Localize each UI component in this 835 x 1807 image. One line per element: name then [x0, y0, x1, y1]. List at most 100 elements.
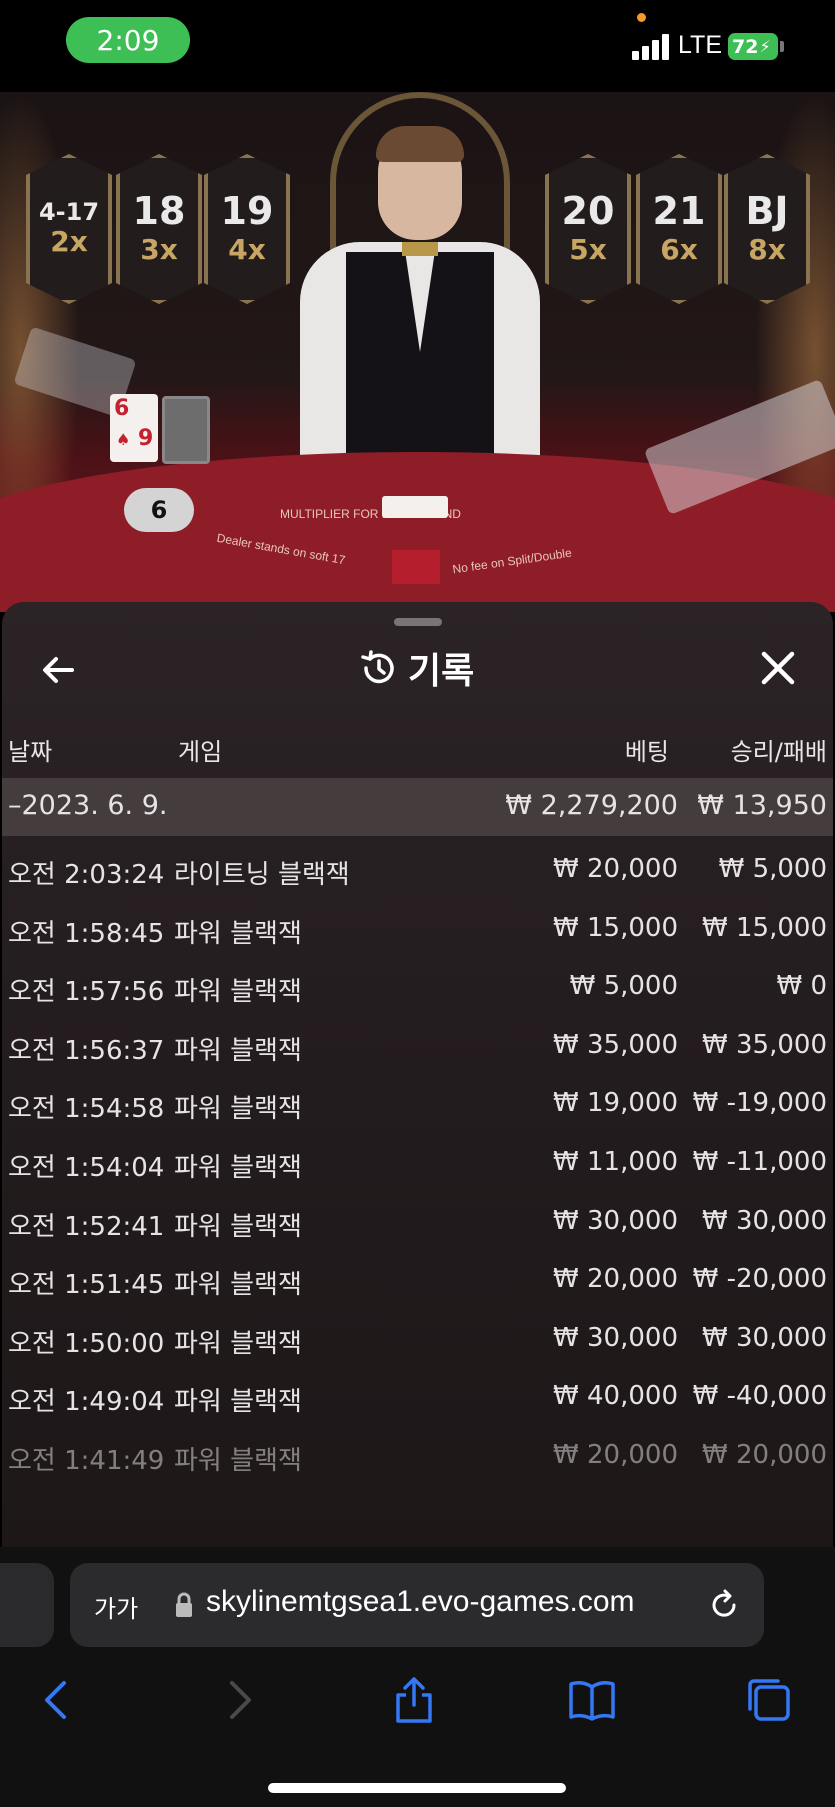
- history-row[interactable]: 오전 1:57:56 파워 블랙잭 ₩ 5,000 ₩ 0: [2, 959, 833, 1017]
- history-row[interactable]: 오전 1:56:37 파워 블랙잭 ₩ 35,000 ₩ 35,000: [2, 1018, 833, 1076]
- row-bet: ₩ 20,000: [553, 854, 678, 884]
- card-rank: 6: [114, 396, 130, 421]
- multiplier-hand: 21: [652, 189, 706, 234]
- row-game: 파워 블랙잭: [174, 977, 302, 1008]
- summary-win-loss: ₩ 13,950: [697, 790, 827, 821]
- spade-suit-icon: ♠: [116, 430, 131, 449]
- panel-title: 기록: [358, 642, 474, 694]
- privacy-indicator-dot: [637, 13, 646, 22]
- row-game: 파워 블랙잭: [174, 1446, 302, 1476]
- row-bet: ₩ 40,000: [553, 1381, 678, 1412]
- multiplier-value: 6x: [660, 233, 698, 267]
- row-time: 오전 1:49:04: [8, 1387, 165, 1418]
- multiplier-tile-18: 18 3x: [116, 154, 202, 304]
- browser-forward-icon[interactable]: [214, 1675, 264, 1725]
- multiplier-value: 2x: [50, 225, 88, 259]
- row-win-loss: ₩ 30,000: [702, 1205, 827, 1236]
- history-row[interactable]: 오전 2:03:24 라이트닝 블랙잭 ₩ 20,000 ₩ 5,000: [2, 842, 833, 900]
- row-game: 파워 블랙잭: [174, 918, 302, 949]
- history-row[interactable]: 오전 1:58:45 파워 블랙잭 ₩ 15,000 ₩ 15,000: [2, 901, 833, 959]
- row-game: 파워 블랙잭: [174, 1270, 302, 1301]
- url-text[interactable]: skylinemtgsea1.evo-games.com: [206, 1585, 635, 1619]
- history-row[interactable]: 오전 1:41:49 파워 블랙잭 ₩ 20,000 ₩ 20,000: [2, 1428, 833, 1486]
- player-card-nine: ♠ 9: [112, 426, 158, 462]
- bookmarks-icon[interactable]: [567, 1675, 617, 1725]
- dealer-bowtie: [402, 242, 438, 256]
- column-header-date[interactable]: 날짜: [8, 732, 52, 767]
- column-header-game[interactable]: 게임: [178, 732, 222, 767]
- player-score-badge: 6: [124, 488, 194, 532]
- status-bar: 2:09 LTE 72 ⚡: [0, 0, 835, 92]
- multiplier-tile-19: 19 4x: [204, 154, 290, 304]
- row-game: 파워 블랙잭: [174, 1094, 302, 1125]
- row-win-loss: ₩ 0: [776, 971, 827, 1002]
- history-row[interactable]: 오전 1:50:00 파워 블랙잭 ₩ 30,000 ₩ 30,000: [2, 1311, 833, 1369]
- history-row[interactable]: 오전 1:52:41 파워 블랙잭 ₩ 30,000 ₩ 30,000: [2, 1194, 833, 1252]
- column-header-bet[interactable]: 베팅: [625, 732, 669, 767]
- browser-toolbar: [0, 1647, 835, 1807]
- row-win-loss: ₩ 15,000: [702, 912, 827, 943]
- row-time: 오전 1:56:37: [8, 1035, 165, 1066]
- multiplier-tile-4-17: 4-17 2x: [26, 154, 112, 304]
- row-win-loss: ₩ -40,000: [692, 1381, 827, 1412]
- reload-icon[interactable]: [706, 1587, 742, 1623]
- charging-bolt-icon: ⚡: [759, 37, 771, 56]
- back-arrow-icon[interactable]: [38, 650, 78, 690]
- address-bar[interactable]: 가가 skylinemtgsea1.evo-games.com: [70, 1563, 764, 1647]
- share-icon[interactable]: [389, 1675, 439, 1725]
- multiplier-hand: 18: [132, 189, 186, 234]
- row-bet: ₩ 20,000: [553, 1264, 678, 1295]
- row-bet: ₩ 15,000: [553, 912, 678, 943]
- row-time: 오전 1:52:41: [8, 1211, 165, 1242]
- history-row[interactable]: 오전 1:54:04 파워 블랙잭 ₩ 11,000 ₩ -11,000: [2, 1135, 833, 1193]
- panel-drag-handle[interactable]: [394, 618, 442, 626]
- row-time: 오전 1:41:49: [8, 1446, 165, 1476]
- history-icon: [361, 650, 394, 684]
- battery-tip: [780, 41, 784, 52]
- summary-bet: ₩ 2,279,200: [505, 790, 678, 821]
- browser-address-area: 가가 skylinemtgsea1.evo-games.com: [0, 1547, 835, 1647]
- multiplier-value: 4x: [228, 233, 266, 267]
- row-game: 파워 블랙잭: [174, 1211, 302, 1242]
- history-row[interactable]: 오전 1:51:45 파워 블랙잭 ₩ 20,000 ₩ -20,000: [2, 1252, 833, 1310]
- status-time[interactable]: 2:09: [66, 17, 190, 63]
- multiplier-tile-21: 21 6x: [636, 154, 722, 304]
- row-bet: ₩ 30,000: [553, 1322, 678, 1353]
- network-type: LTE: [678, 31, 722, 59]
- reader-aa-button[interactable]: 가가: [94, 1589, 138, 1624]
- row-bet: ₩ 11,000: [553, 1147, 678, 1177]
- row-bet: ₩ 30,000: [553, 1205, 678, 1236]
- row-bet: ₩ 19,000: [553, 1088, 678, 1119]
- battery-level: 72: [732, 35, 759, 58]
- row-game: 파워 블랙잭: [174, 1328, 302, 1359]
- multiplier-value: 5x: [569, 233, 607, 267]
- history-row[interactable]: 오전 1:49:04 파워 블랙잭 ₩ 40,000 ₩ -40,000: [2, 1369, 833, 1427]
- history-row[interactable]: 오전 1:54:58 파워 블랙잭 ₩ 19,000 ₩ -19,000: [2, 1076, 833, 1134]
- tabs-icon[interactable]: [744, 1675, 794, 1725]
- summary-date: –2023. 6. 9.: [8, 790, 168, 821]
- row-time: 오전 1:54:04: [8, 1153, 165, 1183]
- panel-title-text: 기록: [408, 651, 475, 692]
- multiplier-tile-20: 20 5x: [545, 154, 631, 304]
- card-rank: 9: [138, 426, 154, 451]
- live-dealer-video: 4-17 2x 18 3x 19 4x 20 5x 21 6x BJ 8x 6 …: [0, 92, 835, 612]
- row-bet: ₩ 5,000: [569, 971, 678, 1002]
- previous-tab-edge[interactable]: [0, 1563, 54, 1647]
- browser-back-icon[interactable]: [32, 1675, 82, 1725]
- multiplier-hand: BJ: [745, 189, 789, 234]
- close-icon[interactable]: [756, 646, 800, 690]
- multiplier-tile-bj: BJ 8x: [724, 154, 810, 304]
- row-bet: ₩ 35,000: [553, 1029, 678, 1060]
- row-win-loss: ₩ 20,000: [702, 1440, 827, 1470]
- row-bet: ₩ 20,000: [553, 1440, 678, 1470]
- row-win-loss: ₩ -20,000: [692, 1264, 827, 1295]
- lock-icon: [176, 1592, 192, 1617]
- row-time: 오전 1:51:45: [8, 1270, 165, 1301]
- multiplier-hand: 19: [220, 189, 274, 234]
- date-summary-row[interactable]: –2023. 6. 9. ₩ 2,279,200 ₩ 13,950: [2, 778, 833, 836]
- home-indicator[interactable]: [268, 1783, 566, 1793]
- cellular-signal-icon: [632, 32, 672, 60]
- card-back: [162, 396, 210, 464]
- row-time: 오전 1:58:45: [8, 918, 165, 949]
- column-header-win-loss[interactable]: 승리/패배: [731, 732, 827, 767]
